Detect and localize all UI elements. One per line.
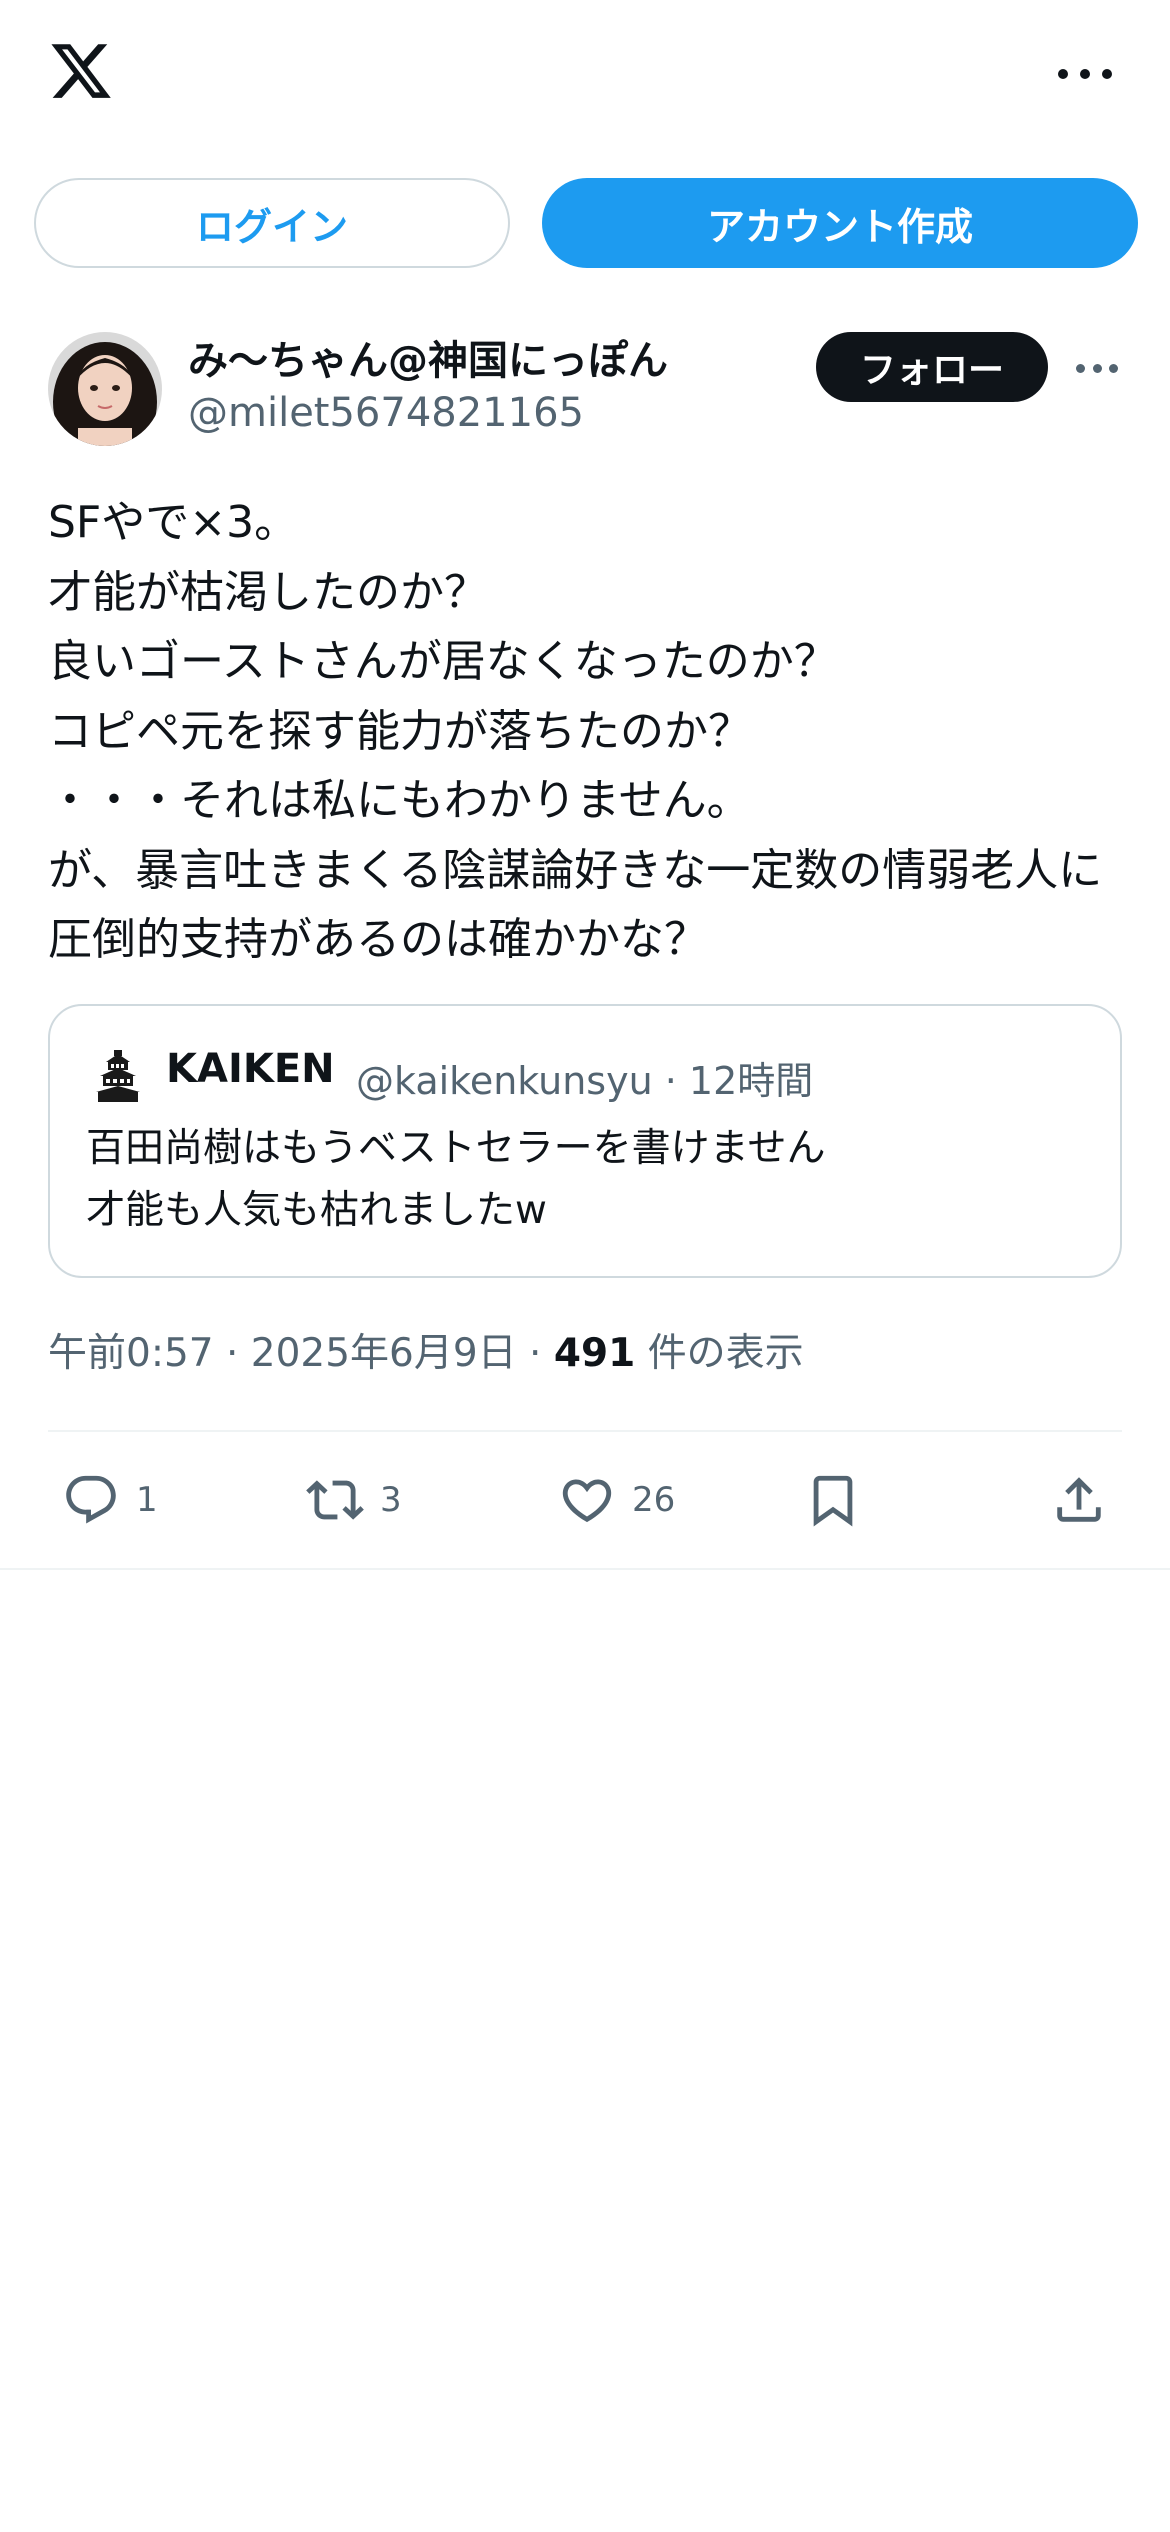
divider (0, 1568, 1170, 1570)
author-display-name[interactable]: み〜ちゃん@神国にっぽん (188, 328, 668, 386)
quoted-author-name: KAIKEN (166, 1046, 335, 1092)
quoted-author-handle-time: @kaikenkunsyu · 12時間 (356, 1059, 814, 1103)
castle-icon (94, 1048, 142, 1102)
like-count: 26 (632, 1480, 676, 1520)
share-button[interactable] (1050, 1468, 1108, 1532)
repost-count: 3 (380, 1480, 402, 1520)
views-count: 491 (553, 1331, 636, 1376)
login-button[interactable]: ログイン (34, 178, 510, 268)
quoted-post-card[interactable]: KAIKEN @kaikenkunsyu · 12時間 百田尚樹はもうベストセラ… (48, 1004, 1122, 1278)
bookmark-icon (813, 1475, 853, 1527)
reply-icon (66, 1475, 116, 1524)
views-label: 件の表示 (635, 1331, 804, 1376)
top-bar (0, 0, 1170, 150)
reply-button[interactable]: 1 (62, 1468, 158, 1532)
author-avatar[interactable] (48, 332, 162, 446)
share-icon (1057, 1477, 1101, 1522)
divider (48, 1430, 1122, 1432)
like-button[interactable]: 26 (558, 1468, 675, 1532)
post-text: SFやで×3。 才能が枯渇したのか？ 良いゴーストさんが居なくなったのか？ コピ… (48, 497, 1103, 965)
heart-icon (562, 1479, 612, 1523)
reply-count: 1 (136, 1480, 158, 1520)
more-options-icon[interactable] (1058, 62, 1112, 86)
author-handle[interactable]: @milet5674821165 (188, 390, 584, 436)
signup-button[interactable]: アカウント作成 (542, 178, 1138, 268)
post-timestamp[interactable]: 午前0:57 · 2025年6月9日 · (48, 1331, 554, 1376)
repost-icon (306, 1480, 364, 1520)
post-timestamp-views: 午前0:57 · 2025年6月9日 · 491 件の表示 (48, 1322, 804, 1378)
bookmark-button[interactable] (804, 1468, 862, 1532)
x-logo-icon[interactable] (46, 38, 116, 104)
auth-buttons: ログイン アカウント作成 (0, 178, 1170, 270)
post-more-icon[interactable] (1076, 360, 1118, 376)
follow-button[interactable]: フォロー (816, 332, 1048, 402)
quoted-post-text: 百田尚樹はもうベストセラーを書けません 才能も人気も枯れましたw (86, 1126, 826, 1233)
repost-button[interactable]: 3 (306, 1468, 402, 1532)
